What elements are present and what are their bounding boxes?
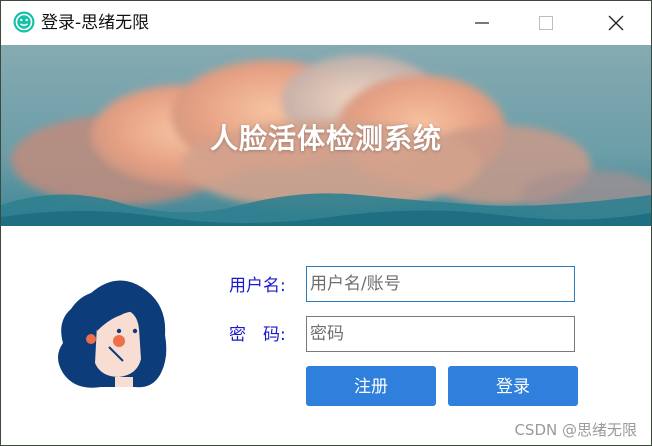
window-title: 登录-思绪无限 <box>41 13 150 33</box>
minimize-button[interactable] <box>459 1 505 45</box>
close-button[interactable] <box>593 1 639 45</box>
close-icon <box>608 15 624 31</box>
password-input[interactable] <box>306 316 575 352</box>
cartoon-girl-avatar <box>58 280 167 388</box>
smiley-app-icon <box>13 11 35 33</box>
banner-title: 人脸活体检测系统 <box>209 122 442 155</box>
minimize-icon <box>475 22 489 24</box>
maximize-icon <box>539 16 553 30</box>
register-button[interactable]: 注册 <box>306 366 436 406</box>
login-button[interactable]: 登录 <box>448 366 578 406</box>
title-bar[interactable]: 登录-思绪无限 <box>1 1 651 45</box>
login-window: 登录-思绪无限 人脸活体检测系统 用户名: 用户名/账号 密 码: 密码 注册 … <box>0 0 652 446</box>
banner-image: 人脸活体检测系统 <box>1 45 651 226</box>
maximize-button[interactable] <box>523 1 569 45</box>
username-label: 用户名: <box>229 276 286 296</box>
password-label: 密 码: <box>229 325 286 345</box>
username-input[interactable] <box>306 266 575 302</box>
csdn-watermark: CSDN @思绪无限 <box>514 421 637 439</box>
